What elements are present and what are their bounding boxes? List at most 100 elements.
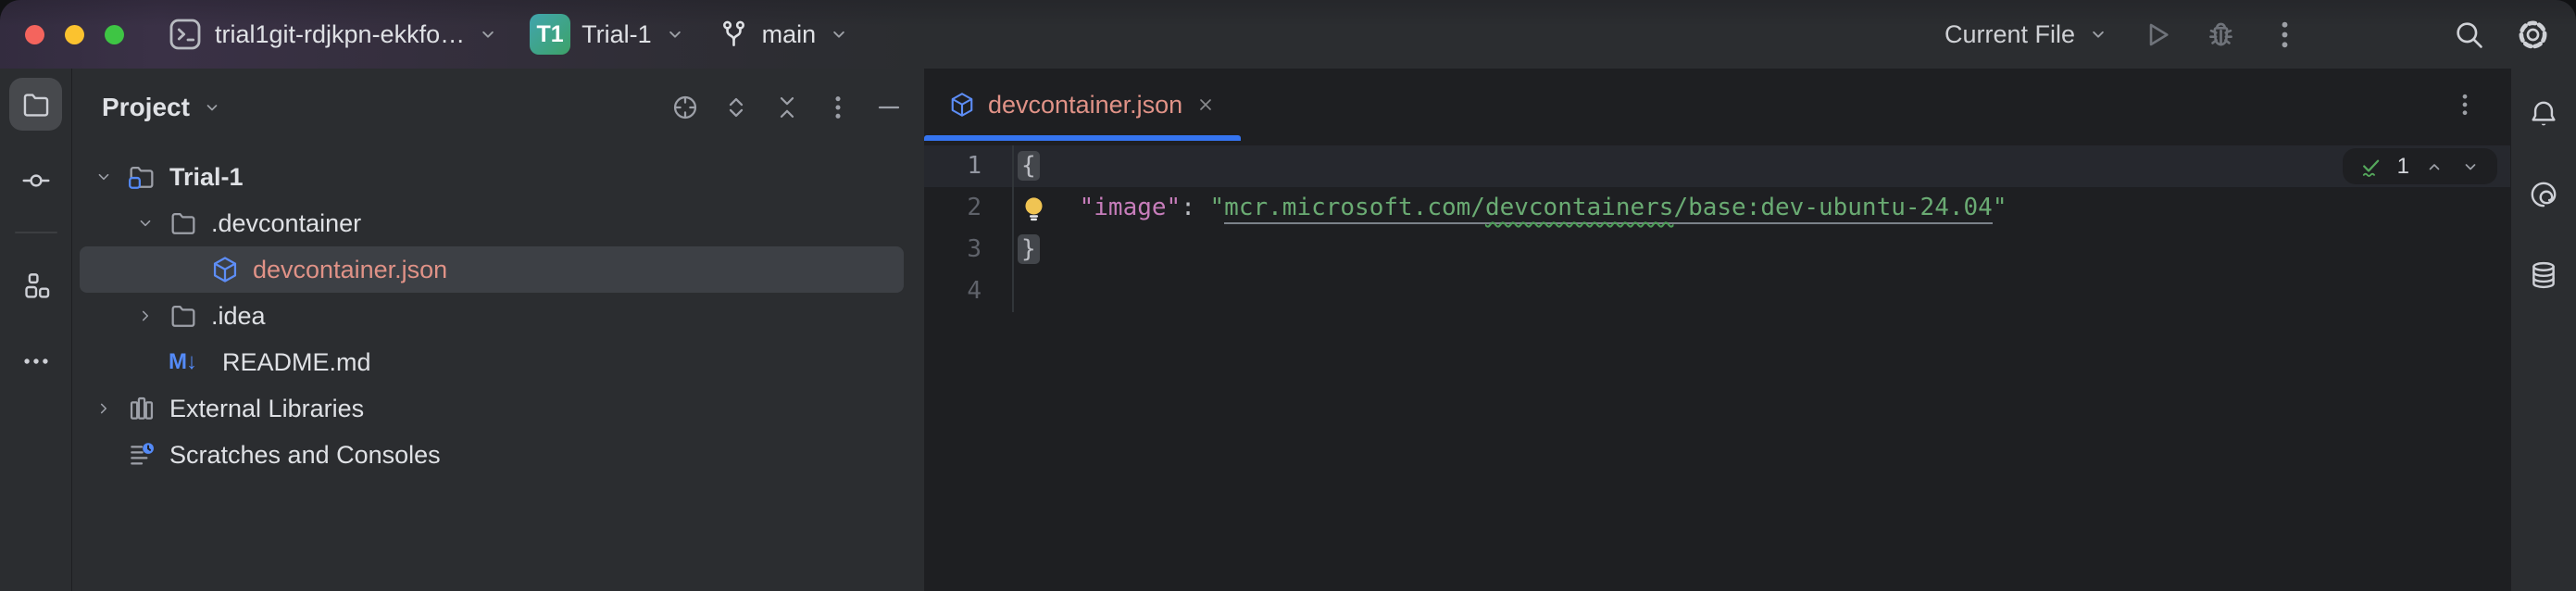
run-configuration-selector[interactable]: Current File: [1930, 13, 2125, 57]
task-widget[interactable]: T1 Trial-1: [515, 6, 702, 62]
tree-item--devcontainer[interactable]: .devcontainer: [80, 200, 904, 246]
search-everywhere-button[interactable]: [2437, 10, 2501, 59]
line-content[interactable]: }: [1012, 229, 2510, 270]
tool-window-button-more-tool-windows[interactable]: [9, 334, 62, 387]
code-line-4[interactable]: 4: [924, 270, 2510, 312]
tool-window-button-structure[interactable]: [9, 258, 62, 311]
chevron-down-icon[interactable]: [94, 167, 114, 187]
options-icon: [823, 93, 853, 122]
debug-button[interactable]: [2189, 10, 2253, 59]
code-editor[interactable]: 1{12 "image": "mcr.microsoft.com/devcont…: [924, 141, 2510, 591]
tree-item-label: .devcontainer: [211, 209, 361, 238]
project-switcher-label: trial1git-rdjkpn-ekkfo…: [215, 20, 465, 49]
inspections-count: 1: [2397, 145, 2409, 187]
tab-options-kebab-icon[interactable]: [2445, 90, 2484, 119]
task-badge: T1: [530, 14, 570, 55]
editor-tab-devcontainer-json[interactable]: devcontainer.json: [924, 69, 1241, 141]
editor-area: devcontainer.json 1{12 "image": "mcr.mic…: [924, 69, 2510, 591]
hide-button[interactable]: [874, 93, 904, 122]
tree-item-scratches-and-consoles[interactable]: Scratches and Consoles: [80, 432, 904, 478]
intention-bulb-icon[interactable]: [1019, 193, 1048, 224]
code-line-1[interactable]: 1{1: [924, 145, 2510, 187]
tree-item-devcontainer-json[interactable]: devcontainer.json: [80, 246, 904, 293]
left-tool-stripe: [0, 69, 72, 591]
vcs-branch-widget[interactable]: main: [702, 10, 867, 59]
markdown-file-icon: M↓: [169, 349, 209, 375]
collapse-all-icon: [772, 93, 802, 122]
tree-item-external-libraries[interactable]: External Libraries: [80, 385, 904, 432]
tab-label: devcontainer.json: [988, 91, 1182, 119]
chevron-down-icon[interactable]: [135, 213, 156, 233]
tool-window-button-commit[interactable]: [9, 154, 62, 207]
line-content[interactable]: [1012, 270, 2510, 312]
tool-window-button-notifications[interactable]: [2518, 87, 2570, 140]
tree-item--idea[interactable]: .idea: [80, 293, 904, 339]
tool-window-button-project[interactable]: [9, 78, 62, 131]
notifications-icon: [2528, 98, 2559, 130]
tree-item-label: .idea: [211, 302, 266, 331]
window-controls: [0, 25, 152, 44]
scratches-icon: [127, 440, 156, 470]
line-content[interactable]: "image": "mcr.microsoft.com/devcontainer…: [1012, 187, 2510, 229]
previous-problem-icon[interactable]: [2423, 156, 2445, 178]
commit-icon: [20, 165, 52, 196]
settings-button[interactable]: [2501, 10, 2565, 59]
close-tab-icon[interactable]: [1194, 94, 1217, 116]
workspace: Project Trial-1 .devcontainer devcontainer…: [0, 69, 2576, 591]
code-line-3[interactable]: 3}: [924, 229, 2510, 270]
project-icon: [20, 89, 52, 120]
line-number: 3: [924, 229, 1012, 270]
collapse-all-button[interactable]: [772, 93, 802, 122]
code-line-2[interactable]: 2 "image": "mcr.microsoft.com/devcontain…: [924, 187, 2510, 229]
more-actions-button[interactable]: [2253, 10, 2317, 59]
code-token: :: [1181, 194, 1209, 221]
tool-window-button-database[interactable]: [2518, 248, 2570, 301]
stripe-divider: [15, 232, 57, 233]
devcontainer-icon: [210, 255, 240, 284]
search-icon: [2452, 18, 2486, 52]
project-panel-title-menu[interactable]: Project: [96, 92, 229, 123]
right-tool-stripe: [2510, 69, 2576, 591]
tool-window-button-ai-assistant[interactable]: [2518, 168, 2570, 220]
next-problem-icon[interactable]: [2459, 156, 2482, 178]
code-token: ": [1993, 194, 2007, 221]
options-button[interactable]: [823, 93, 853, 122]
folder-icon: [169, 208, 198, 238]
run-button[interactable]: [2125, 10, 2189, 59]
tree-item-readme-md[interactable]: M↓README.md: [80, 339, 904, 385]
inspections-widget[interactable]: 1: [2343, 148, 2497, 184]
chevron-right-icon[interactable]: [135, 306, 156, 326]
database-icon: [2528, 259, 2559, 291]
line-number: 1: [924, 145, 1012, 187]
branch-name: main: [762, 20, 817, 49]
titlebar: trial1git-rdjkpn-ekkfo… T1 Trial-1 main …: [0, 0, 2576, 69]
tree-item-label: External Libraries: [169, 395, 364, 423]
code-token: "image": [1080, 194, 1182, 221]
chevron-down-icon: [827, 22, 851, 46]
tree-item-label: Scratches and Consoles: [169, 441, 441, 470]
more-tool-windows-icon: [20, 346, 52, 377]
project-switcher[interactable]: trial1git-rdjkpn-ekkfo…: [152, 8, 515, 60]
code-token: /base:dev-ubuntu-24.04: [1673, 194, 1992, 224]
run-configuration-label: Current File: [1945, 20, 2075, 49]
expand-all-button[interactable]: [721, 93, 751, 122]
line-number: 4: [924, 270, 1012, 312]
bug-icon: [2204, 18, 2238, 52]
devcontainer-file-icon: [948, 91, 976, 119]
project-panel-title: Project: [102, 93, 190, 122]
line-content[interactable]: {: [1012, 145, 2510, 187]
tree-item-trial-1[interactable]: Trial-1: [80, 154, 904, 200]
tree-item-label: Trial-1: [169, 163, 244, 192]
project-panel-actions: [670, 93, 904, 122]
editor-tabs: devcontainer.json: [924, 69, 1241, 141]
gear-icon: [2516, 18, 2550, 52]
close-window-button[interactable]: [25, 25, 44, 44]
chevron-right-icon[interactable]: [94, 398, 114, 419]
ai-assistant-icon: [2528, 179, 2559, 210]
structure-icon: [20, 270, 52, 301]
project-folder-icon: [127, 162, 156, 192]
zoom-window-button[interactable]: [105, 25, 124, 44]
minimize-window-button[interactable]: [65, 25, 84, 44]
code-token: ": [1210, 194, 1225, 221]
locate-file-button[interactable]: [670, 93, 700, 122]
